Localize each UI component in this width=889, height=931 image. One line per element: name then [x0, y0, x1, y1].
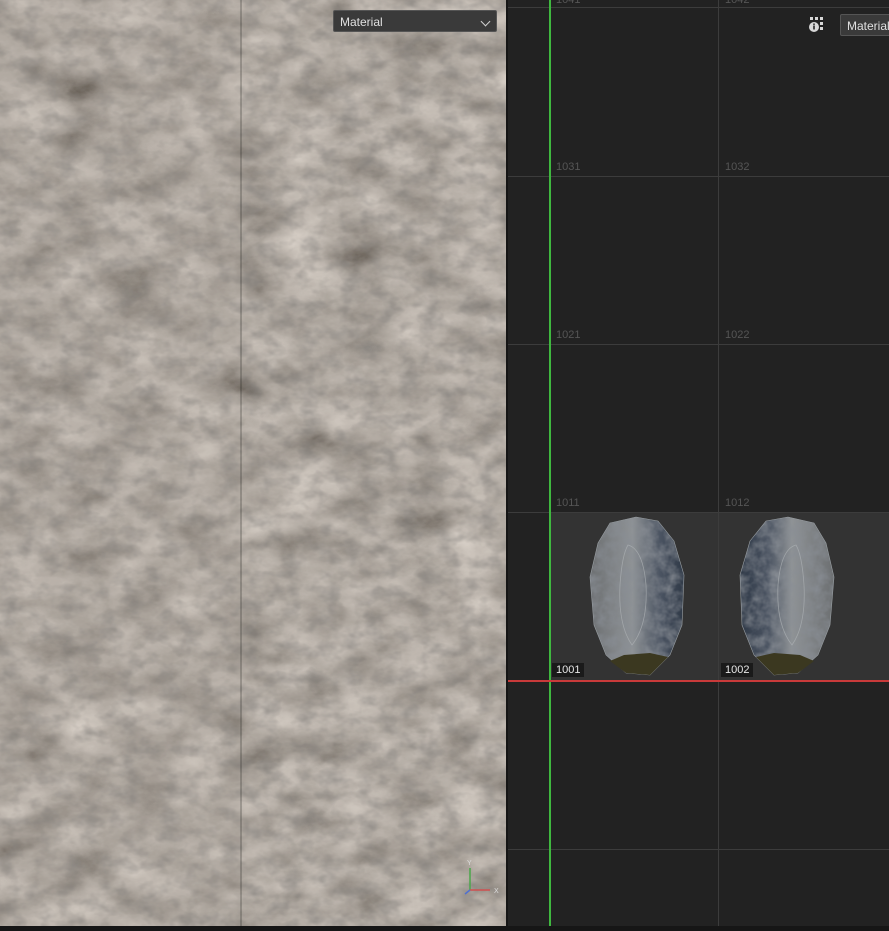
uv-channel-value: Material	[847, 19, 889, 33]
grid-line-horizontal	[508, 849, 889, 850]
grid-line-horizontal	[508, 512, 889, 513]
uv-tools-icon[interactable]	[808, 16, 826, 34]
viewport-channel-value: Material	[340, 15, 383, 29]
grid-line-horizontal	[508, 7, 889, 8]
texture-seam	[240, 0, 242, 926]
udim-label-1012: 1012	[725, 497, 750, 509]
viewport-channel-dropdown[interactable]: Material	[333, 10, 497, 32]
udim-label-1001[interactable]: 1001	[552, 663, 585, 677]
axis-y-label: Y	[467, 860, 472, 867]
axis-gizmo-icon: Y X	[464, 860, 499, 895]
uv-viewport[interactable]: 1041 1042 1031 1032 1021 1022 1011 1012 …	[508, 0, 889, 926]
udim-label-1011: 1011	[556, 497, 580, 509]
udim-label-1032: 1032	[725, 161, 750, 173]
grid-line-horizontal	[508, 344, 889, 345]
uv-island-1002[interactable]	[736, 515, 836, 677]
status-bar	[0, 926, 889, 931]
uv-island-1001[interactable]	[588, 515, 688, 677]
grid-line-vertical	[718, 0, 719, 926]
udim-label-1022: 1022	[725, 329, 750, 341]
uv-channel-dropdown[interactable]: Material	[840, 14, 889, 36]
udim-label-1041: 1041	[556, 0, 581, 6]
v-axis-line	[549, 0, 551, 926]
u-axis-line	[508, 680, 889, 682]
stone-texture	[0, 0, 506, 926]
udim-label-1021: 1021	[556, 329, 581, 341]
udim-label-1031: 1031	[556, 161, 581, 173]
udim-label-1042: 1042	[725, 0, 750, 6]
3d-viewport[interactable]: Material Y X	[0, 0, 506, 926]
axis-x-label: X	[494, 888, 499, 895]
grid-line-horizontal	[508, 176, 889, 177]
chevron-down-icon	[480, 16, 491, 27]
